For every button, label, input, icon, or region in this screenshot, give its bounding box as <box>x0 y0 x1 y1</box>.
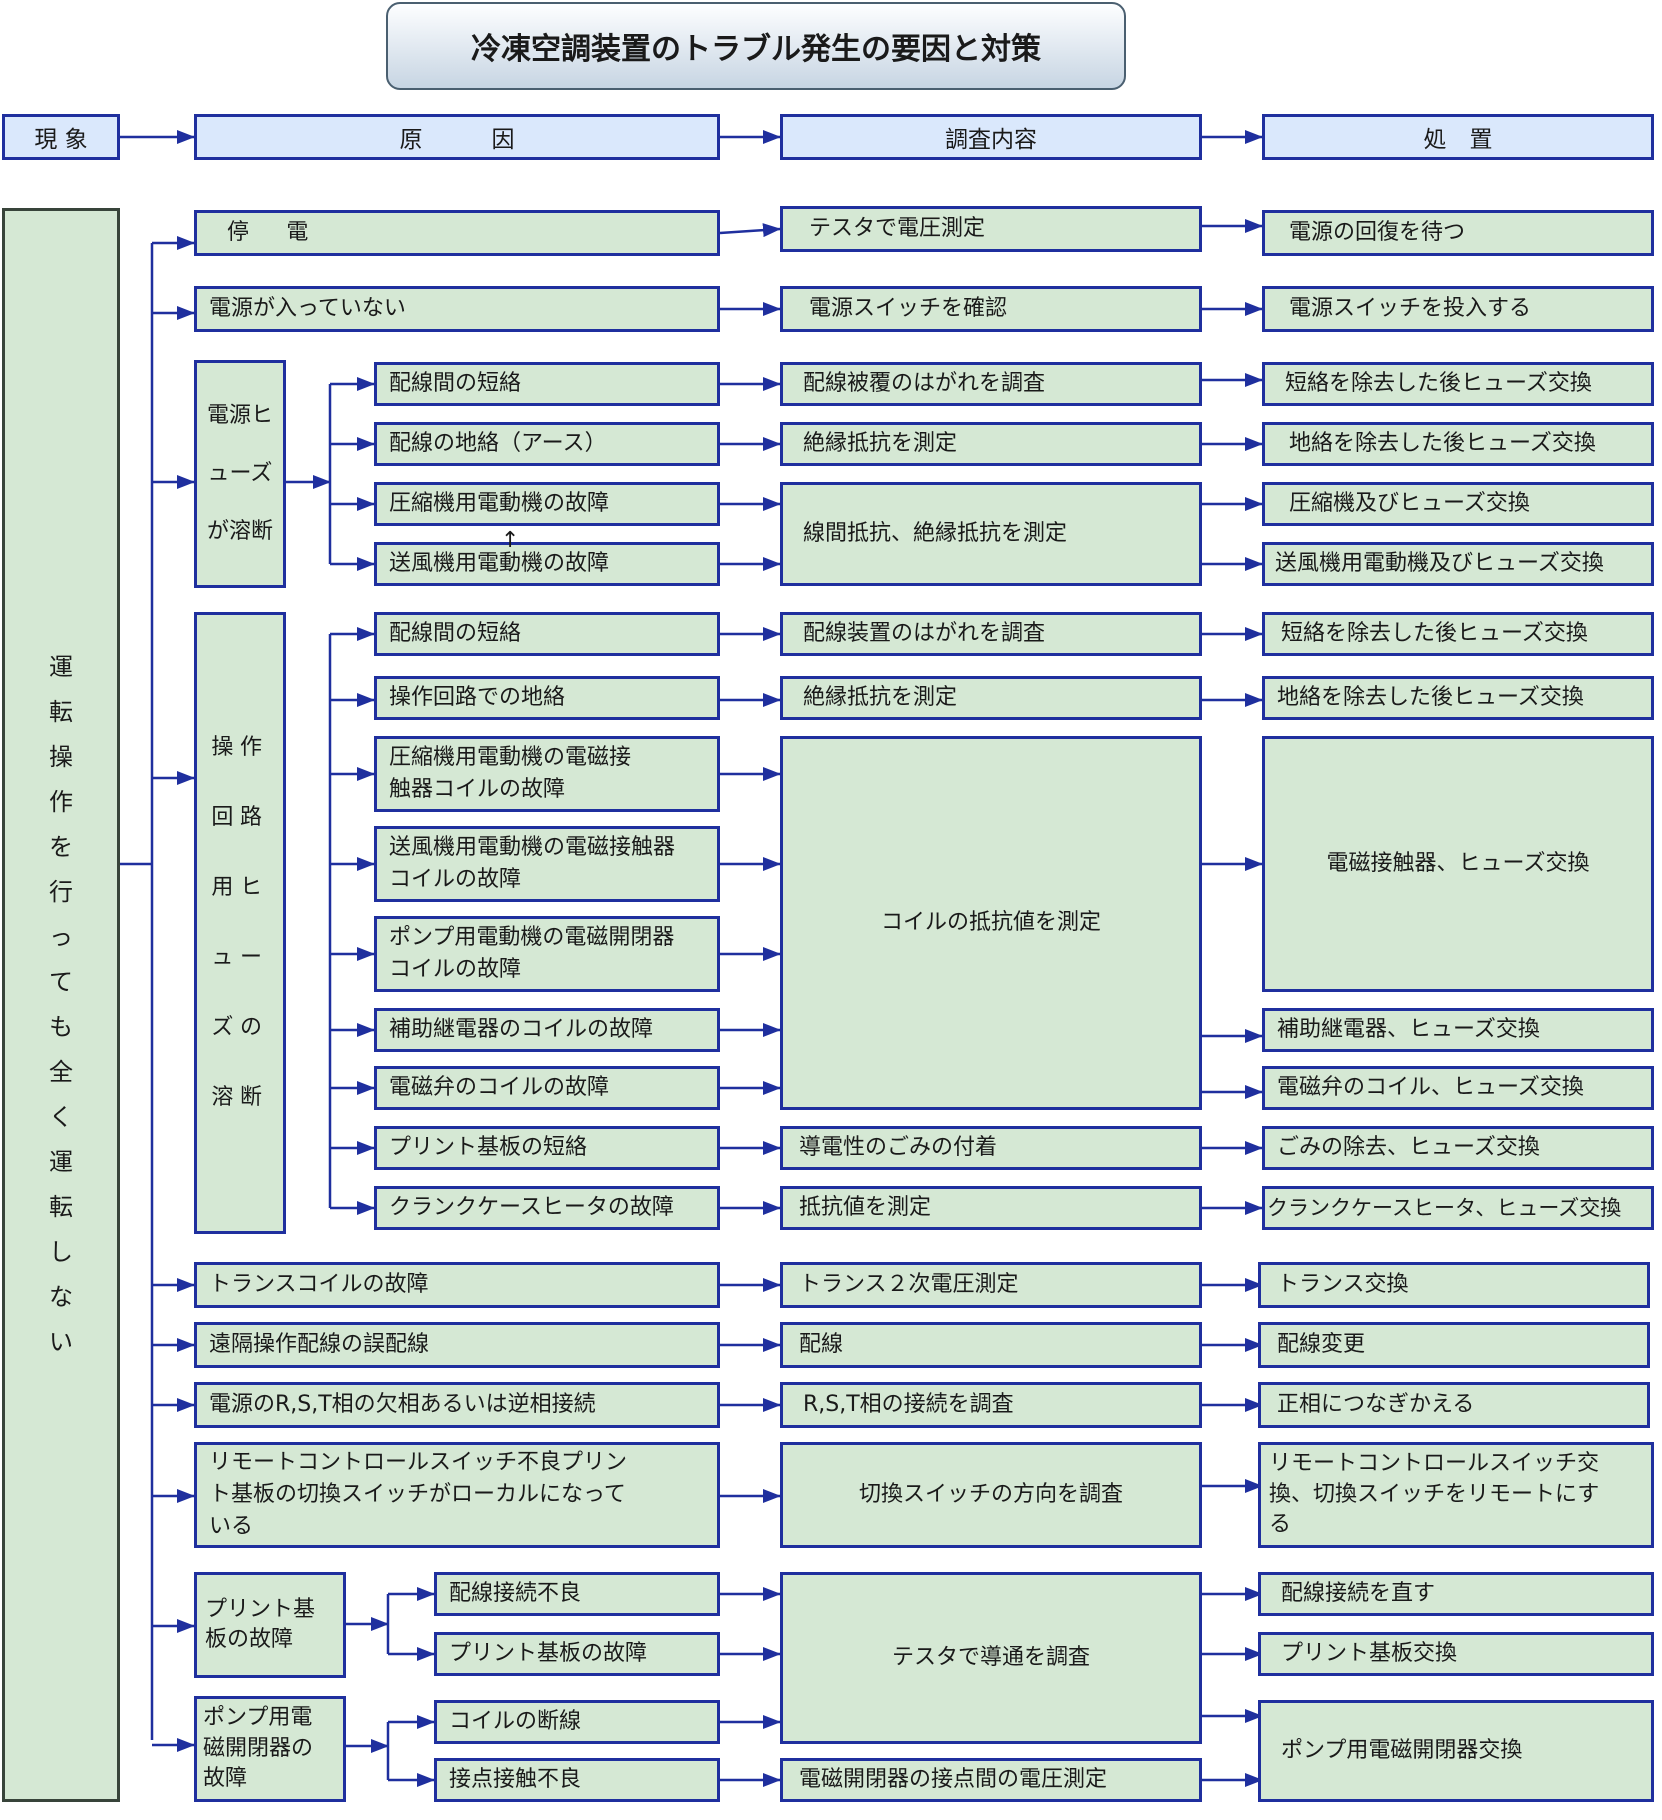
phenomenon-char: い <box>49 1328 73 1356</box>
op-fuse-fan-contactor: 送風機用電動機の電磁接触器 コイルの故障 <box>374 826 720 902</box>
act-phase: 正相につなぎかえる <box>1258 1382 1650 1428</box>
main-fuse-compressor: 圧縮機用電動機の故障 <box>374 482 720 526</box>
cause-remote-switch: リモートコントロールスイッチ不良プリン ト基板の切換スイッチがローカルになって … <box>194 1442 720 1548</box>
up-arrow-mark: ↑ <box>501 528 520 553</box>
act-wait: 電源の回復を待つ <box>1262 210 1654 256</box>
phenomenon-char: を <box>49 833 73 861</box>
inv-rst: R,S,T相の接続を調査 <box>780 1382 1202 1428</box>
inv-insulation-1: 絶縁抵抗を測定 <box>780 422 1202 466</box>
cause-phase: 電源のR,S,T相の欠相あるいは逆相接続 <box>194 1382 720 1428</box>
inv-power-switch: 電源スイッチを確認 <box>780 286 1202 332</box>
act-trans: トランス交換 <box>1258 1262 1650 1308</box>
phenomenon-char: て <box>49 968 73 996</box>
cause-no-power: 電源が入っていない <box>194 286 720 332</box>
act-fan: 送風機用電動機及びヒューズ交換 <box>1262 542 1654 586</box>
inv-contact-voltage: 電磁開閉器の接点間の電圧測定 <box>780 1758 1202 1802</box>
act-dust: ごみの除去、ヒューズ交換 <box>1262 1126 1654 1170</box>
phenomenon-char: 転 <box>49 1193 73 1221</box>
header-cause: 原 因 <box>194 114 720 160</box>
act-remote: リモートコントロールスイッチ交 換、切換スイッチをリモートにす る <box>1258 1442 1654 1548</box>
act-relay: 補助継電器、ヒューズ交換 <box>1262 1008 1654 1052</box>
phenomenon-char: し <box>49 1238 73 1266</box>
phenomenon-char: 運 <box>49 653 73 681</box>
op-fuse-pump-switch: ポンプ用電動機の電磁開閉器 コイルの故障 <box>374 916 720 992</box>
cause-remote-wiring: 遠隔操作配線の誤配線 <box>194 1322 720 1368</box>
header-phenomenon: 現 象 <box>2 114 120 160</box>
phenomenon-char: っ <box>49 923 73 951</box>
act-turn-on: 電源スイッチを投入する <box>1262 286 1654 332</box>
header-investigation: 調査内容 <box>780 114 1202 160</box>
act-compressor: 圧縮機及びヒューズ交換 <box>1262 482 1654 526</box>
cause-pump-switch: ポンプ用電 磁開閉器の 故障 <box>194 1696 346 1802</box>
inv-coating: 配線被覆のはがれを調査 <box>780 362 1202 406</box>
cause-outage: 停 電 <box>194 210 720 256</box>
cause-pcb: プリント基 板の故障 <box>194 1572 346 1678</box>
inv-line-resistance: 線間抵抗、絶縁抵抗を測定 <box>780 482 1202 586</box>
phenomenon-char: 運 <box>49 1148 73 1176</box>
act-contactor: 電磁接触器、ヒューズ交換 <box>1262 736 1654 992</box>
act-main-ground: 地絡を除去した後ヒューズ交換 <box>1262 422 1654 466</box>
op-fuse-comp-contactor: 圧縮機用電動機の電磁接 触器コイルの故障 <box>374 736 720 812</box>
phenomenon-char: も <box>49 1013 73 1041</box>
op-fuse-valve: 電磁弁のコイルの故障 <box>374 1066 720 1110</box>
cause-trans-coil: トランスコイルの故障 <box>194 1262 720 1308</box>
act-wiring-fix: 配線接続を直す <box>1258 1572 1654 1616</box>
phenomenon-char: 作 <box>49 788 73 816</box>
pump-contact-fault: 接点接触不良 <box>434 1758 720 1802</box>
pcb-failure: プリント基板の故障 <box>434 1632 720 1676</box>
phenomenon-char: な <box>49 1283 73 1311</box>
cause-op-fuse: 操作 回路 用ヒ ュー ズの 溶断 <box>194 612 286 1234</box>
main-fuse-fan: 送風機用電動機の故障 <box>374 542 720 586</box>
inv-coil-resistance: コイルの抵抗値を測定 <box>780 736 1202 1110</box>
inv-switch-direction: 切換スイッチの方向を調査 <box>780 1442 1202 1548</box>
act-op-short: 短絡を除去した後ヒューズ交換 <box>1262 612 1654 656</box>
phenomenon-char: 操 <box>49 743 73 771</box>
op-fuse-short: 配線間の短絡 <box>374 612 720 656</box>
inv-resistance: 抵抗値を測定 <box>780 1186 1202 1230</box>
pcb-wiring-contact: 配線接続不良 <box>434 1572 720 1616</box>
op-fuse-ground: 操作回路での地絡 <box>374 676 720 720</box>
main-fuse-short: 配線間の短絡 <box>374 362 720 406</box>
op-fuse-relay: 補助継電器のコイルの故障 <box>374 1008 720 1052</box>
cause-main-fuse: 電源ヒ ューズ が溶断 <box>194 360 286 588</box>
phenomenon-char: 全 <box>49 1058 73 1086</box>
phenomenon-char: 行 <box>49 878 73 906</box>
pump-coil-break: コイルの断線 <box>434 1700 720 1744</box>
inv-insulation-2: 絶縁抵抗を測定 <box>780 676 1202 720</box>
inv-device-coating: 配線装置のはがれを調査 <box>780 612 1202 656</box>
phenomenon-char: く <box>49 1103 73 1131</box>
connector-arrow <box>719 223 781 238</box>
op-fuse-pcb-short: プリント基板の短絡 <box>374 1126 720 1170</box>
header-action: 処 置 <box>1262 114 1654 160</box>
inv-continuity: テスタで導通を調査 <box>780 1572 1202 1744</box>
act-pcb: プリント基板交換 <box>1258 1632 1654 1676</box>
phenomenon-column: 運転操作を行っても全く運転しない <box>2 208 120 1802</box>
act-main-short: 短絡を除去した後ヒューズ交換 <box>1262 362 1654 406</box>
page-title: 冷凍空調装置のトラブル発生の要因と対策 <box>386 2 1126 90</box>
inv-dust: 導電性のごみの付着 <box>780 1126 1202 1170</box>
op-fuse-crankcase: クランクケースヒータの故障 <box>374 1186 720 1230</box>
act-pump: ポンプ用電磁開閉器交換 <box>1258 1700 1654 1802</box>
inv-voltage: テスタで電圧測定 <box>780 206 1202 252</box>
act-op-ground: 地絡を除去した後ヒューズ交換 <box>1262 676 1654 720</box>
inv-trans-voltage: トランス２次電圧測定 <box>780 1262 1202 1308</box>
act-crankcase: クランクケースヒータ、ヒューズ交換 <box>1262 1186 1654 1230</box>
act-rewire: 配線変更 <box>1258 1322 1650 1368</box>
inv-wiring: 配線 <box>780 1322 1202 1368</box>
main-fuse-ground: 配線の地絡（アース） <box>374 422 720 466</box>
act-valve: 電磁弁のコイル、ヒューズ交換 <box>1262 1066 1654 1110</box>
phenomenon-char: 転 <box>49 698 73 726</box>
